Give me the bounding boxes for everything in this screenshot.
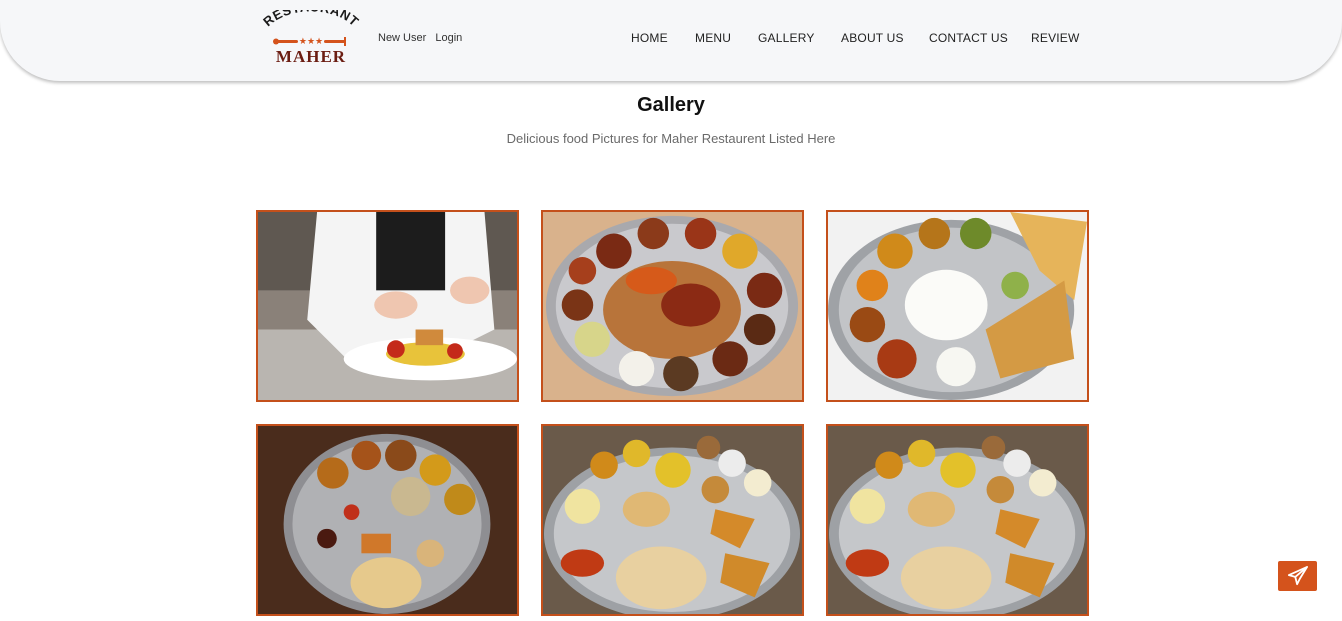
nav-item-home[interactable]: HOME [631,31,668,45]
logo-bottom-text: MAHER [276,47,346,66]
send-button[interactable] [1278,561,1317,591]
thali-rice-roti-photo [828,212,1087,400]
chef-plating-photo [258,212,517,400]
nav-item-contact-us[interactable]: CONTACT US [929,31,1008,45]
gallery-image-chef-plating[interactable] [256,210,519,402]
send-icon [1287,566,1308,586]
restaurant-logo[interactable]: RESTAURANT ★★★ MAHER [256,10,366,66]
nav-item-gallery[interactable]: GALLERY [758,31,815,45]
logo-top-text: RESTAURANT [260,10,362,29]
user-links: New User Login [378,32,468,44]
gallery-image-thali-samosa-2[interactable] [826,424,1089,616]
page-title: Gallery [637,94,705,116]
nav-item-menu[interactable]: MENU [695,31,731,45]
nav-item-review[interactable]: REVIEW [1031,31,1080,45]
gallery-image-thali-rice-roti[interactable] [826,210,1089,402]
thali-samosa-photo [828,426,1087,614]
page-subtitle: Delicious food Pictures for Maher Restau… [506,131,836,146]
gallery-image-thali-samosa[interactable] [541,424,804,616]
gallery-image-thali-poori[interactable] [256,424,519,616]
logo-stars: ★★★ [299,36,323,46]
gallery-image-thali-platter[interactable] [541,210,804,402]
new-user-link[interactable]: New User [378,32,426,44]
thali-poori-photo [258,426,517,614]
thali-samosa-photo [543,426,802,614]
nav-item-about-us[interactable]: ABOUT US [841,31,904,45]
site-header: RESTAURANT ★★★ MAHER New User Login HOME… [0,0,1342,81]
thali-platter-photo [543,212,802,400]
login-link[interactable]: Login [435,32,462,44]
